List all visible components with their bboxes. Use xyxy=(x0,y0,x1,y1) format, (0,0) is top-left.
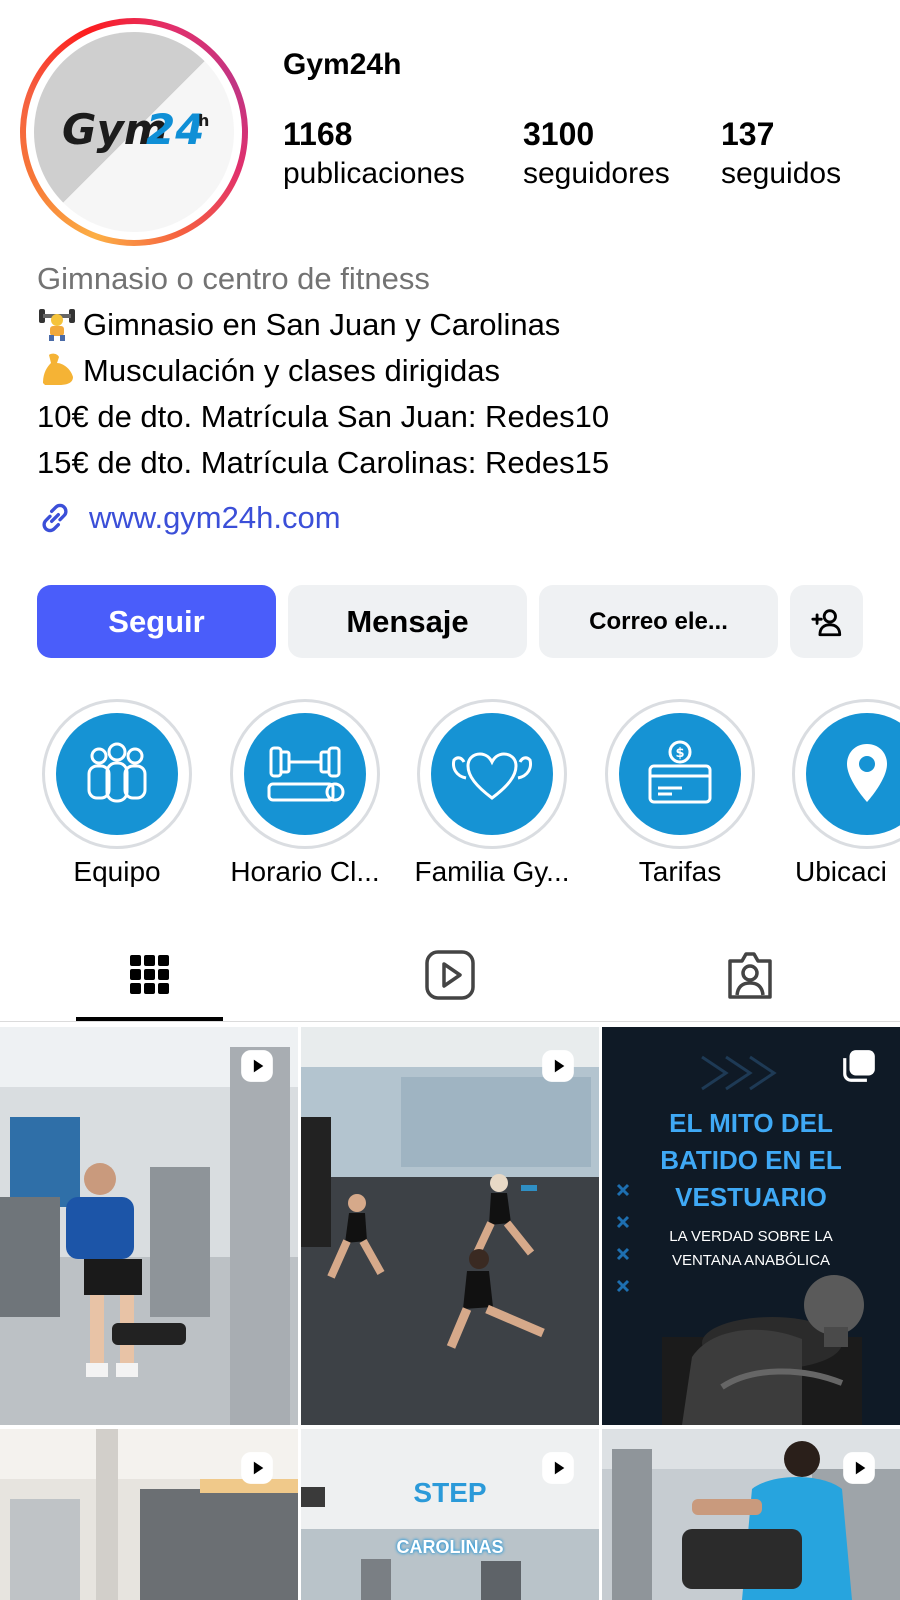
bio-line: 15€ de dto. Matrícula Carolinas: Redes15 xyxy=(37,445,610,480)
stat-followers-value: 3100 xyxy=(523,116,595,152)
post-tile[interactable] xyxy=(301,1027,599,1425)
stat-followers[interactable]: 3100 seguidores xyxy=(523,114,670,194)
reel-icon xyxy=(241,1050,273,1082)
reel-icon xyxy=(542,1452,574,1484)
post-title: EL MITO DEL BATIDO EN EL VESTUARIO xyxy=(602,1105,900,1216)
highlight-horario[interactable] xyxy=(230,699,380,849)
svg-text:24: 24 xyxy=(146,105,204,154)
post-title-line: BATIDO EN EL xyxy=(660,1145,842,1175)
highlight-disc: $ xyxy=(619,713,741,835)
add-person-icon xyxy=(810,608,841,636)
follow-button[interactable]: Seguir xyxy=(37,585,276,658)
gym24h-logo: Gym 24 h xyxy=(62,105,209,154)
stat-following-label: seguidos xyxy=(721,157,842,190)
highlight-ubicacion[interactable] xyxy=(792,699,900,849)
bio-line: Gimnasio en San Juan y Carolinas xyxy=(37,302,609,348)
stat-posts[interactable]: 1168 publicaciones xyxy=(283,114,465,194)
stat-followers-label: seguidores xyxy=(523,157,670,190)
post-image xyxy=(0,1027,298,1425)
reel-icon xyxy=(241,1452,273,1484)
reel-icon xyxy=(542,1050,574,1082)
post-subtitle: LA VERDAD SOBRE LA VENTANA ANABÓLICA xyxy=(602,1225,900,1273)
grid-icon xyxy=(130,955,169,994)
highlight-equipo[interactable] xyxy=(42,699,192,849)
dumbbell-mat-icon xyxy=(267,746,345,802)
link-icon xyxy=(42,503,68,533)
highlight-familia[interactable] xyxy=(417,699,567,849)
highlight-label: Ubicaci xyxy=(795,856,887,887)
tagged-icon xyxy=(728,952,772,999)
highlight-tarifas[interactable]: $ xyxy=(605,699,755,849)
location-pin-icon xyxy=(847,744,887,802)
post-tile[interactable]: STEP CAROLINAS xyxy=(301,1429,599,1600)
tab-reels[interactable] xyxy=(420,945,480,1005)
highlight-label: Familia Gy... xyxy=(414,856,570,887)
bio-line: Musculación y clases dirigidas xyxy=(37,348,609,394)
avatar[interactable]: Gym 24 h xyxy=(34,32,234,232)
highlight-disc xyxy=(806,713,900,835)
flexed-biceps-emoji xyxy=(43,353,73,385)
message-button[interactable]: Mensaje xyxy=(288,585,527,658)
bio-line-text: Musculación y clases dirigidas xyxy=(83,353,500,388)
stat-following[interactable]: 137 seguidos xyxy=(721,114,841,194)
reel-icon xyxy=(843,1452,875,1484)
reels-icon xyxy=(425,950,475,1000)
svg-text:h: h xyxy=(198,111,209,130)
profile-link[interactable]: www.gym24h.com xyxy=(35,496,341,540)
highlight-label: Tarifas xyxy=(638,856,722,887)
highlight-label: Horario Cl... xyxy=(230,856,380,887)
avatar-inner: Gym 24 h xyxy=(26,24,242,240)
post-subtitle-line: LA VERDAD SOBRE LA xyxy=(669,1228,833,1245)
stat-posts-value: 1168 xyxy=(283,116,353,152)
email-button[interactable]: Correo ele... xyxy=(539,585,778,658)
profile-category: Gimnasio o centro de fitness xyxy=(37,261,430,296)
svg-text:$: $ xyxy=(675,746,684,761)
highlight-disc xyxy=(431,713,553,835)
post-tile[interactable] xyxy=(602,1429,900,1600)
weightlifter-emoji xyxy=(39,309,75,341)
carousel-icon xyxy=(843,1050,875,1082)
stat-posts-label: publicaciones xyxy=(283,157,465,190)
post-title-line: VESTUARIO xyxy=(675,1182,827,1212)
highlight-label: Equipo xyxy=(73,856,161,887)
profile-username: Gym24h xyxy=(283,48,402,81)
highlight-disc xyxy=(244,713,366,835)
highlight-disc xyxy=(56,713,178,835)
tab-divider xyxy=(0,1021,900,1022)
add-person-button[interactable] xyxy=(790,585,863,658)
post-image xyxy=(301,1027,599,1425)
bio-line-text: Gimnasio en San Juan y Carolinas xyxy=(83,307,561,342)
bio-line: 10€ de dto. Matrícula San Juan: Redes10 xyxy=(37,399,610,434)
post-subtitle-line: VENTANA ANABÓLICA xyxy=(671,1252,831,1269)
heart-muscle-icon xyxy=(452,752,532,800)
post-tile[interactable] xyxy=(0,1027,298,1425)
profile-link-text[interactable]: www.gym24h.com xyxy=(89,500,341,536)
people-icon xyxy=(87,742,147,803)
post-tile[interactable] xyxy=(0,1429,298,1600)
tab-grid[interactable] xyxy=(120,945,180,1005)
profile-bio: Gimnasio o centro de fitness Gimnasio en… xyxy=(37,256,609,486)
post-title-line: EL MITO DEL xyxy=(669,1108,833,1138)
post-subtitle: CAROLINAS xyxy=(396,1537,504,1557)
stat-following-value: 137 xyxy=(721,116,775,152)
price-card-icon: $ xyxy=(648,740,712,804)
post-tile[interactable]: EL MITO DEL BATIDO EN EL VESTUARIO LA VE… xyxy=(602,1027,900,1425)
profile-avatar-ring[interactable]: Gym 24 h xyxy=(20,18,248,246)
tab-tagged[interactable] xyxy=(720,945,780,1005)
